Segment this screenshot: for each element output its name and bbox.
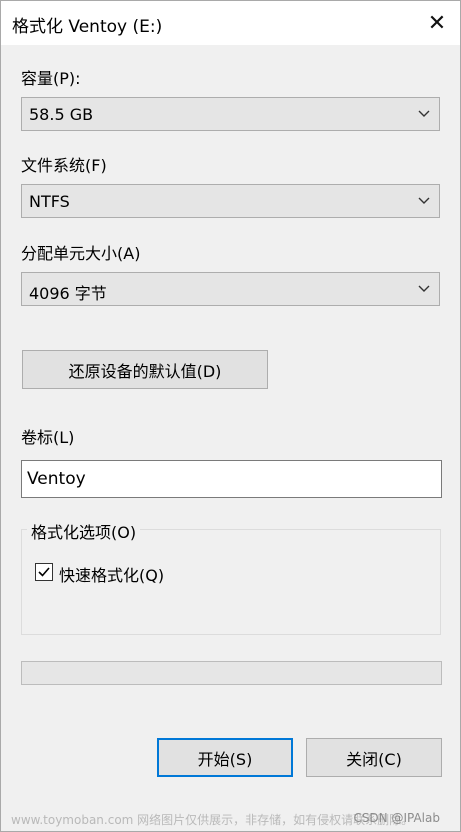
filesystem-dropdown[interactable]: NTFS (21, 184, 440, 218)
allocation-dropdown[interactable]: 4096 字节 (21, 272, 440, 306)
watermark: www.toymoban.com 网络图片仅供展示，非存储，如有侵权请联系删除。… (1, 809, 460, 829)
volume-label-field[interactable] (21, 460, 442, 498)
capacity-label: 容量(P): (21, 69, 81, 88)
start-button[interactable]: 开始(S) (157, 738, 293, 777)
format-progress-bar (21, 661, 442, 685)
restore-defaults-label: 还原设备的默认值(D) (68, 361, 222, 381)
chevron-down-icon (418, 285, 430, 292)
capacity-dropdown[interactable]: 58.5 GB (21, 97, 440, 131)
quick-format-checkbox[interactable] (35, 563, 53, 581)
title-bar[interactable]: 格式化 Ventoy (E:) ✕ (1, 1, 460, 45)
restore-defaults-button[interactable]: 还原设备的默认值(D) (22, 350, 268, 389)
close-button[interactable]: 关闭(C) (306, 738, 442, 777)
close-button-label: 关闭(C) (346, 749, 402, 769)
quick-format-label: 快速格式化(Q) (59, 566, 165, 585)
capacity-value: 58.5 GB (29, 105, 94, 124)
window-title: 格式化 Ventoy (E:) (12, 17, 163, 37)
format-dialog: 格式化 Ventoy (E:) ✕ 容量(P): 58.5 GB 文件系统(F)… (0, 0, 461, 832)
filesystem-value: NTFS (29, 192, 70, 211)
format-options-title: 格式化选项(O) (27, 519, 141, 543)
allocation-value: 4096 字节 (29, 284, 107, 303)
volume-label: 卷标(L) (21, 428, 75, 447)
chevron-down-icon (418, 110, 430, 117)
filesystem-label: 文件系统(F) (21, 156, 107, 175)
checkmark-icon (38, 567, 50, 577)
volume-label-input[interactable] (22, 462, 422, 496)
chevron-down-icon (418, 197, 430, 204)
allocation-label: 分配单元大小(A) (21, 244, 141, 263)
close-icon[interactable]: ✕ (414, 1, 460, 45)
watermark-credit: CSDN @IPAlab (353, 811, 440, 825)
start-button-label: 开始(S) (197, 749, 253, 769)
